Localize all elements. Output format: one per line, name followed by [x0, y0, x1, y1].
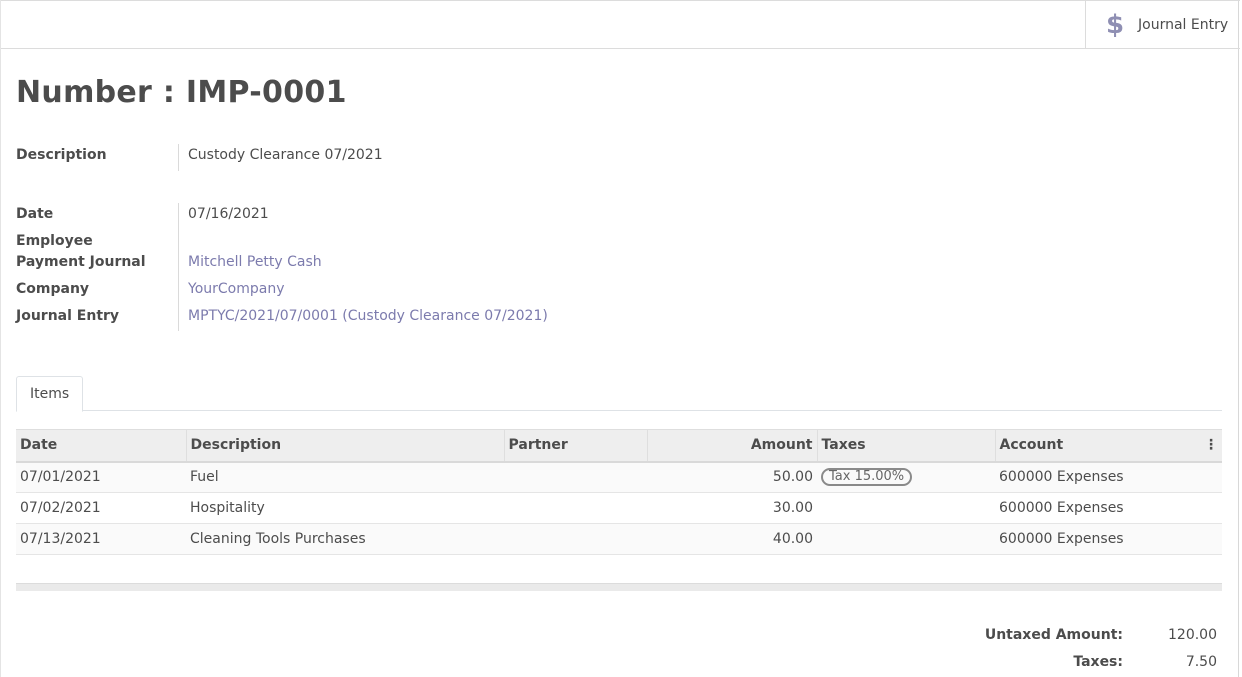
column-header-description[interactable]: Description [186, 429, 505, 463]
description-label: Description [16, 147, 107, 163]
optional-columns-icon[interactable]: ⋮ [1204, 437, 1218, 453]
table-row[interactable]: 07/13/2021 Cleaning Tools Purchases 40.0… [16, 523, 1222, 555]
date-value: 07/16/2021 [188, 206, 269, 222]
journal-entry-smart-button-label: Journal Entry [1138, 16, 1229, 33]
row-taxes [817, 492, 995, 524]
row-amount: 40.00 [647, 523, 817, 555]
payment-journal-link[interactable]: Mitchell Petty Cash [188, 254, 322, 270]
company-link[interactable]: YourCompany [188, 281, 285, 297]
row-account: 600000 Expenses [995, 461, 1222, 493]
journal-entry-link[interactable]: MPTYC/2021/07/0001 (Custody Clearance 07… [188, 308, 548, 324]
page-title: Number : IMP-0001 [16, 75, 347, 110]
tab-items[interactable]: Items [16, 376, 84, 412]
table-row[interactable]: 07/01/2021 Fuel 50.00 Tax 15.00% 600000 … [16, 461, 1222, 493]
journal-entry-label: Journal Entry [16, 308, 120, 324]
column-header-amount[interactable]: Amount [647, 429, 818, 463]
row-partner [504, 461, 647, 493]
row-date: 07/01/2021 [16, 461, 186, 493]
row-date: 07/13/2021 [16, 523, 186, 555]
description-value: Custody Clearance 07/2021 [188, 147, 383, 163]
employee-label: Employee [16, 233, 93, 249]
date-label: Date [16, 206, 54, 222]
row-taxes: Tax 15.00% [817, 461, 995, 493]
row-amount: 30.00 [647, 492, 817, 524]
company-label: Company [16, 281, 90, 297]
row-taxes [817, 523, 995, 555]
row-partner [504, 492, 647, 524]
notebook-tabs: Items [16, 376, 1222, 412]
table-footer-bar [16, 583, 1222, 591]
row-description: Hospitality [186, 492, 504, 524]
column-header-account-label: Account [999, 437, 1064, 454]
journal-entry-smart-button[interactable]: $ Journal Entry [1085, 1, 1240, 48]
row-account: 600000 Expenses [995, 492, 1222, 524]
table-header-row: Date Description Partner Amount Taxes Ac… [16, 429, 1222, 463]
row-amount: 50.00 [647, 461, 817, 493]
untaxed-amount-label: Untaxed Amount: [984, 627, 1123, 643]
taxes-label: Taxes: [1073, 654, 1123, 670]
column-header-date[interactable]: Date [16, 429, 187, 463]
row-account: 600000 Expenses [995, 523, 1222, 555]
items-table: Date Description Partner Amount Taxes Ac… [16, 429, 1222, 555]
row-date: 07/02/2021 [16, 492, 186, 524]
column-header-taxes[interactable]: Taxes [817, 429, 996, 463]
tax-badge: Tax 15.00% [821, 468, 913, 487]
untaxed-amount-value: 120.00 [1168, 627, 1217, 643]
column-header-partner[interactable]: Partner [504, 429, 648, 463]
dollar-icon: $ [1105, 9, 1125, 40]
field-separator [178, 203, 179, 331]
row-description: Cleaning Tools Purchases [186, 523, 504, 555]
column-header-account[interactable]: Account ⋮ [995, 429, 1222, 463]
payment-journal-label: Payment Journal [16, 254, 146, 270]
form-sheet: $ Journal Entry Number : IMP-0001 Descri… [0, 0, 1240, 677]
row-description: Fuel [186, 461, 504, 493]
taxes-value: 7.50 [1185, 654, 1217, 670]
button-box: $ Journal Entry [1, 0, 1240, 49]
row-partner [504, 523, 647, 555]
table-row[interactable]: 07/02/2021 Hospitality 30.00 600000 Expe… [16, 492, 1222, 524]
field-separator [178, 144, 179, 171]
